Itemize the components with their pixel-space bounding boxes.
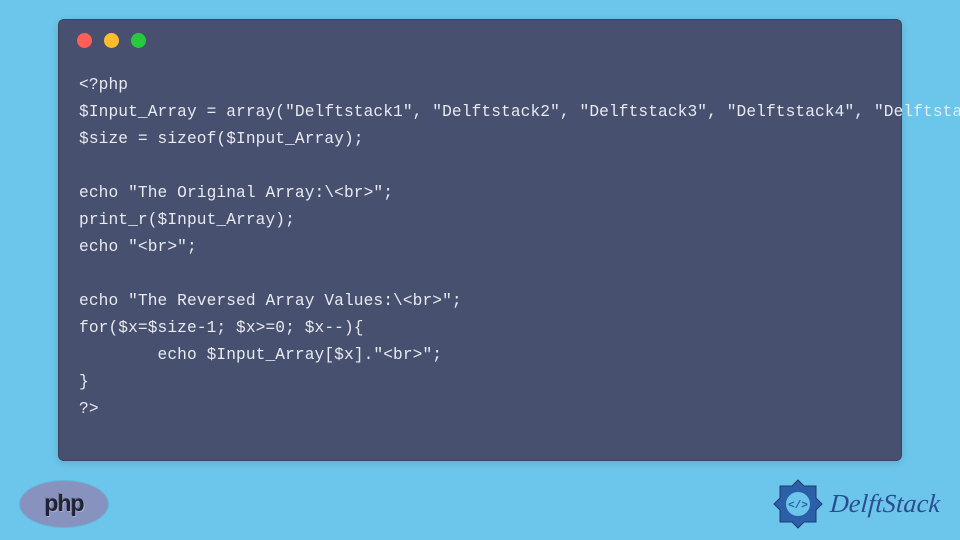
brand-logo-icon: </> bbox=[772, 478, 824, 530]
php-logo-text: php bbox=[44, 490, 83, 517]
brand: </> DelftStack bbox=[772, 478, 940, 530]
close-icon bbox=[77, 33, 92, 48]
window-titlebar bbox=[59, 20, 901, 60]
php-logo: php bbox=[20, 481, 108, 527]
brand-name: DelftStack bbox=[829, 489, 941, 519]
svg-text:</>: </> bbox=[788, 500, 808, 512]
php-logo-ellipse: php bbox=[20, 481, 108, 527]
footer: php </> DelftStack bbox=[0, 473, 960, 540]
zoom-icon bbox=[131, 33, 146, 48]
code-window: <?php $Input_Array = array("Delftstack1"… bbox=[58, 19, 902, 461]
code-block: <?php $Input_Array = array("Delftstack1"… bbox=[59, 60, 901, 423]
minimize-icon bbox=[104, 33, 119, 48]
